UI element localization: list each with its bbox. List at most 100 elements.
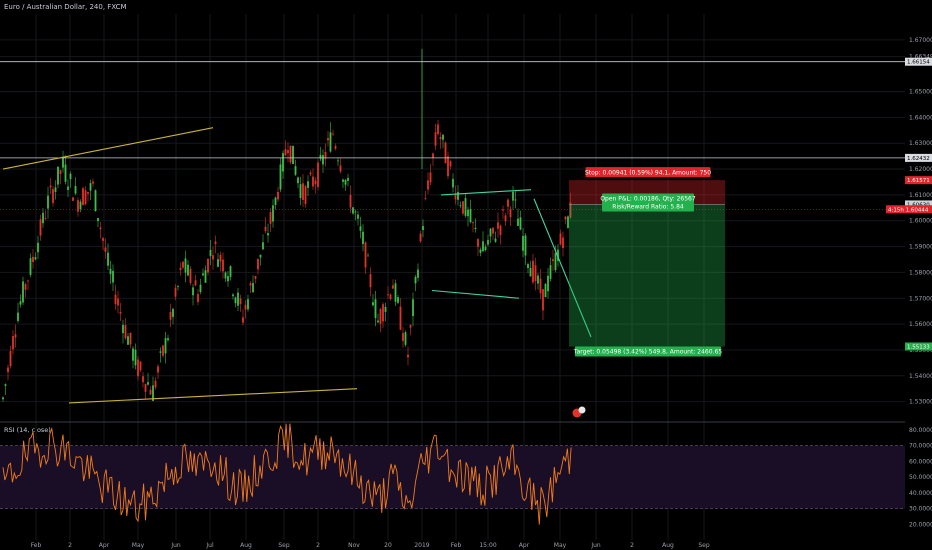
candle-body — [69, 173, 72, 180]
time-tick-label: Sep — [278, 542, 290, 549]
time-tick-label: Sep — [698, 542, 710, 549]
position-tool[interactable]: Stop: 0.00941 (0.59%) 94.1, Amount: 750 O… — [569, 167, 725, 357]
candle-body — [529, 267, 532, 277]
candle-body — [387, 294, 389, 296]
candle-body — [84, 190, 87, 205]
candle-body — [327, 137, 329, 141]
rsi-tick-label: 60.0000 — [909, 458, 932, 465]
candle-body — [482, 241, 484, 252]
candle-body — [407, 354, 409, 358]
time-tick-label: May — [132, 542, 145, 549]
price-tick-label: 1.54000 — [909, 373, 932, 380]
candle-body — [197, 294, 199, 302]
candle-body — [89, 183, 92, 191]
candle-body — [12, 336, 14, 350]
time-tick-label: 2 — [316, 542, 320, 549]
candle-body — [22, 281, 24, 303]
candle-body — [512, 191, 514, 201]
price-tick-label: 1.65000 — [909, 89, 932, 96]
time-tick-label: Aug — [240, 542, 252, 549]
candle-body — [367, 255, 369, 257]
pnl-label: Open P&L: 0.00186, Qty: 26567 — [600, 195, 696, 202]
candle-body — [484, 246, 487, 251]
candle-body — [507, 199, 509, 207]
candle-body — [544, 283, 547, 298]
candle-body — [352, 207, 354, 214]
candle-body — [14, 334, 17, 338]
candle-body — [247, 299, 249, 310]
price-tick-label: 1.63000 — [909, 140, 932, 147]
candle-body — [369, 274, 372, 288]
candle-body — [334, 145, 337, 149]
rsi-tick-label: 20.0000 — [909, 521, 932, 528]
trendline — [440, 189, 532, 196]
candle-body — [42, 212, 44, 224]
candle-body — [339, 165, 342, 172]
candle-body — [424, 198, 427, 200]
price-tick-label: 1.61000 — [909, 192, 932, 199]
trendline — [2, 127, 214, 170]
candle-body — [312, 176, 314, 187]
candle-body — [104, 247, 107, 252]
candle-body — [179, 267, 182, 271]
candle-body — [52, 189, 54, 203]
target-label: Target: 0.05498 (3.42%) 549.8, Amount: 2… — [573, 349, 722, 356]
candle-body — [149, 389, 152, 395]
candle-body — [159, 351, 162, 353]
time-tick-label: 2 — [68, 542, 72, 549]
candle-body — [464, 198, 467, 216]
candle-body — [4, 384, 7, 386]
candle-body — [404, 332, 407, 345]
candle-body — [429, 172, 432, 183]
candle-body — [277, 191, 279, 200]
candle-body — [249, 283, 252, 286]
candle-body — [519, 217, 522, 230]
time-tick-label: 15:00 — [479, 542, 496, 549]
candle-body — [29, 258, 32, 275]
candle-body — [77, 200, 79, 212]
candle-body — [192, 287, 194, 296]
level-tag-label: 1.62432 — [907, 156, 930, 162]
time-tick-label: Feb — [451, 542, 462, 549]
candle-body — [207, 258, 209, 273]
candle-body — [124, 325, 127, 339]
candle-body — [182, 261, 184, 268]
candle-body — [204, 270, 207, 283]
rsi-tick-label: 80.0000 — [909, 427, 932, 434]
rsi-tick-label: 70.0000 — [909, 443, 932, 450]
candle-body — [134, 349, 137, 366]
price-series — [2, 48, 572, 402]
time-tick-label: Jul — [205, 542, 214, 549]
candle-body — [452, 178, 454, 188]
candle-body — [364, 242, 367, 268]
candle-body — [157, 366, 159, 373]
candle-body — [547, 275, 549, 292]
candle-body — [392, 285, 394, 289]
candle-body — [142, 376, 144, 383]
candle-body — [284, 149, 287, 156]
time-axis[interactable]: Feb 2 Apr May Jun Jul Aug Sep 2 Nov 20 2019 Feb 15:00… — [31, 542, 710, 549]
candle-body — [72, 197, 74, 201]
candle-body — [307, 181, 309, 188]
trendline — [68, 388, 358, 404]
candle-body — [554, 253, 557, 271]
candle-body — [522, 235, 524, 251]
chart-canvas[interactable]: Stop: 0.00941 (0.59%) 94.1, Amount: 750 O… — [0, 0, 932, 550]
price-tick-label: 1.53000 — [909, 399, 932, 406]
candle-body — [524, 235, 527, 256]
candle-body — [232, 294, 234, 297]
time-tick-label: Jun — [590, 542, 601, 549]
candle-body — [17, 312, 19, 321]
candle-body — [357, 214, 359, 219]
candle-body — [354, 211, 357, 213]
candle-body — [527, 264, 529, 268]
candle-body — [234, 297, 237, 304]
candle-body — [177, 286, 179, 287]
candle-body — [222, 259, 224, 272]
candle-body — [224, 272, 227, 279]
time-tick-label: May — [554, 542, 567, 549]
rsi-tick-label: 50.0000 — [909, 474, 932, 481]
candle-body — [389, 294, 392, 299]
price-tick-label: 1.60000 — [909, 218, 932, 225]
candle-body — [294, 166, 297, 175]
